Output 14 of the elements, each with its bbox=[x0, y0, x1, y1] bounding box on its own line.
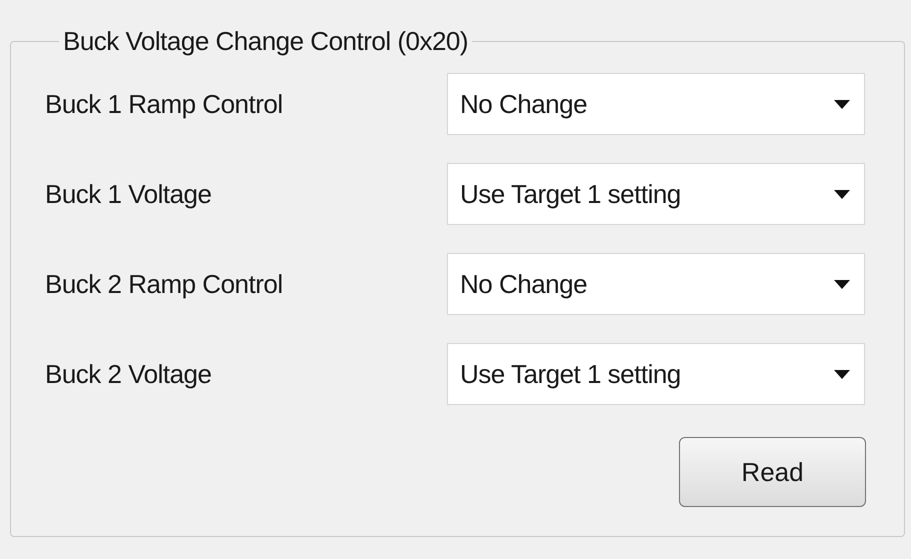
caret-icon bbox=[834, 190, 850, 198]
caret-icon bbox=[834, 280, 850, 288]
read-button[interactable]: Read bbox=[679, 437, 866, 507]
dropdown[interactable]: No Change bbox=[447, 73, 865, 135]
caret-icon bbox=[834, 370, 850, 378]
dropdown[interactable]: No Change bbox=[447, 253, 865, 315]
dropdown[interactable]: Use Target 1 setting bbox=[447, 343, 865, 405]
dropdown[interactable]: Use Target 1 setting bbox=[447, 163, 865, 225]
caret-icon bbox=[834, 100, 850, 108]
field-label: Buck 1 Voltage bbox=[45, 178, 212, 210]
field-label: Buck 2 Ramp Control bbox=[45, 268, 284, 300]
group-title: Buck Voltage Change Control (0x20) bbox=[62, 25, 470, 58]
field-label: Buck 1 Ramp Control bbox=[45, 88, 284, 120]
field-label: Buck 2 Voltage bbox=[45, 358, 212, 390]
